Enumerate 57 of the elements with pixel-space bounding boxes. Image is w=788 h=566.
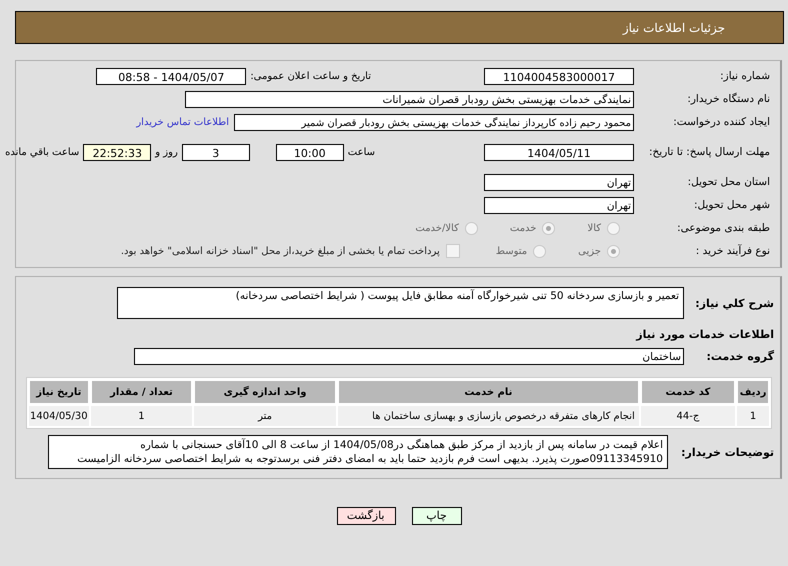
field-label: گروه خدمت: (705, 350, 775, 362)
city-field: تهران (484, 196, 634, 214)
field-label: نام دستگاه خریدار: (686, 93, 771, 105)
contact-link[interactable]: اطلاعات تماس خریدار (136, 116, 229, 128)
deadline-date-field: 1404/05/11 (484, 144, 634, 160)
buyer-field: نمایندگی خدمات بهزیستی بخش رودبار قصران شمیرانات (185, 90, 634, 108)
table-cell: 1 (90, 406, 192, 426)
radio-label: متوسط (496, 246, 528, 256)
field-label: ایجاد کننده درخواست: (672, 116, 771, 128)
back-button[interactable]: بازگشت (336, 507, 396, 525)
table-cell: ج-44 (640, 406, 736, 426)
field-label: شرح کلي نیاز: (694, 296, 775, 310)
print-button[interactable]: چاپ (412, 507, 462, 525)
radio-button[interactable] (464, 222, 478, 234)
radio-label: کالا (587, 222, 601, 234)
radio-label: کالا/خدمت (415, 222, 459, 234)
column-header: واحد اندازه گیری (194, 380, 336, 404)
field-label: شماره نیاز: (719, 70, 771, 82)
radio-label: خدمت (510, 222, 536, 234)
description-textarea[interactable]: تعمیر و بازسازی سردخانه 50 تنی شیرخوارگاه آمنه مطابق فایل پیوست ( شرایط اختصاصی سردخانه) (117, 287, 684, 319)
days-label: روز و (154, 146, 179, 158)
table-cell: 1 (737, 406, 769, 426)
remaining-label: ساعت باقي مانده (4, 146, 80, 158)
buyer-notes-box: اعلام قیمت در سامانه پس از بازدید از مرکز طبق هماهنگی در1404/05/08 از ساعت 8 الی 10آقای حسنجانی با شماره 09113345910صورت پذیرد. بدیهی است فرم بازدید حتما باید به امضای دفتر فنی برسدتوجه به شرایط اختصاصی سردخانه الزامیست (48, 435, 668, 469)
field-label: توضیحات خریدار: (680, 446, 775, 458)
checkbox-label: پرداخت تمام یا بخشی از مبلغ خرید،از محل "اسناد خزانه اسلامی" خواهد بود. (120, 246, 440, 256)
need-number-field: 1104004583000017 (484, 68, 634, 84)
checkbox[interactable] (446, 244, 460, 258)
field-label: استان محل تحویل: (686, 176, 771, 188)
radio-button[interactable] (607, 222, 620, 234)
table-cell: 1404/05/30 (29, 406, 89, 426)
province-field: تهران (484, 174, 634, 190)
service-group-field: ساختمان (134, 348, 684, 364)
announce-date-field: 1404/05/07 - 08:58 (96, 68, 246, 84)
creator-field: محمود رحیم زاده کارپرداز نمایندگی خدمات بهزیستی بخش رودبار قصران شمیر (234, 114, 634, 130)
field-label: شهر محل تحویل: (693, 199, 771, 211)
table-cell: متر (194, 406, 336, 426)
field-label: طبقه بندی موضوعی: (676, 222, 771, 234)
field-label: مهلت ارسال پاسخ: تا تاریخ: (648, 145, 771, 160)
column-header: تاریخ نیاز (29, 380, 89, 404)
table-cell: انجام کارهای متفرقه درخصوص بازسازی و بهسازی ساختمان ها (338, 406, 639, 426)
column-header: ردیف (737, 380, 769, 404)
section-title: اطلاعات خدمات مورد نیاز (636, 328, 775, 340)
field-label: تاریخ و ساعت اعلان عمومی: (249, 70, 372, 82)
radio-button[interactable] (607, 244, 620, 258)
column-header: تعداد / مقدار (90, 380, 192, 404)
radio-button[interactable] (542, 222, 556, 234)
field-label: نوع فرآیند خرید : (694, 245, 771, 257)
time-label: ساعت (346, 146, 376, 158)
radio-button[interactable] (533, 244, 546, 258)
days-field: 3 (182, 144, 250, 160)
remaining-time-field: 22:52:33 (83, 144, 152, 160)
column-header: نام خدمت (338, 380, 639, 404)
column-header: کد خدمت (640, 380, 736, 404)
page-title: جزئیات اطلاعات نیاز (622, 20, 725, 34)
deadline-time-field: 10:00 (276, 144, 344, 160)
radio-label: جزیی (578, 246, 601, 256)
